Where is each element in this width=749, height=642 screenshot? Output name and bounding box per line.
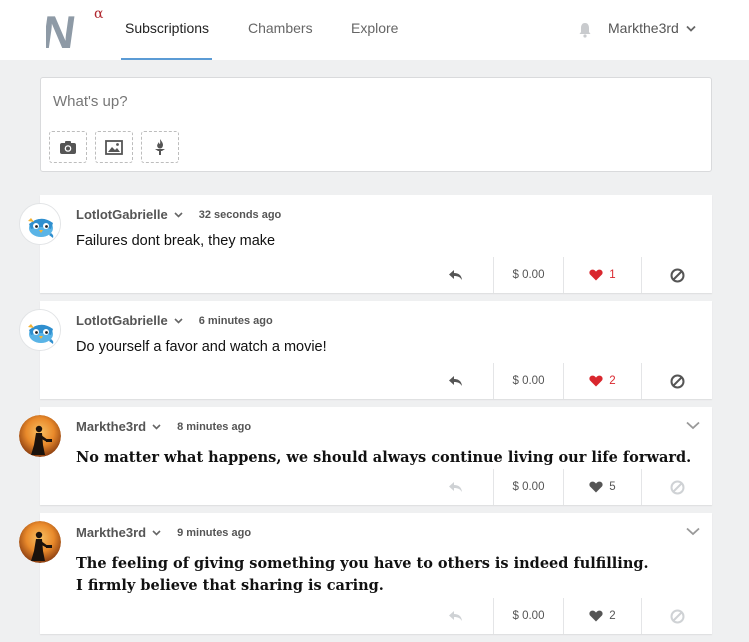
post-card: Markthe3rd 9 minutes ago The feeling of … bbox=[19, 513, 712, 634]
reply-icon bbox=[448, 375, 462, 386]
tip-amount: $ 0.00 bbox=[512, 375, 545, 387]
chevron-down-icon bbox=[174, 317, 183, 324]
logo-letter: N bbox=[46, 6, 79, 54]
block-icon bbox=[670, 268, 684, 282]
tip-amount: $ 0.00 bbox=[512, 269, 545, 281]
tip-button[interactable]: $ 0.00 bbox=[493, 469, 563, 505]
top-navbar: N α Subscriptions Chambers Explore Markt… bbox=[0, 0, 749, 60]
post-author[interactable]: LotlotGabrielle 6 minutes ago bbox=[76, 313, 273, 328]
image-button[interactable] bbox=[95, 131, 133, 163]
post-text: No matter what happens, we should always… bbox=[76, 447, 691, 469]
post-timestamp: 9 minutes ago bbox=[177, 526, 252, 539]
avatar[interactable] bbox=[19, 415, 61, 457]
reply-button[interactable] bbox=[418, 257, 493, 293]
app-logo[interactable]: N α bbox=[46, 4, 110, 54]
block-button[interactable] bbox=[641, 469, 712, 505]
like-count: 2 bbox=[609, 610, 616, 622]
block-button[interactable] bbox=[641, 363, 712, 399]
post-actions: $ 0.00 2 bbox=[418, 598, 712, 634]
reply-button[interactable] bbox=[418, 598, 493, 634]
active-tab-indicator bbox=[121, 58, 212, 60]
torch-button[interactable] bbox=[141, 131, 179, 163]
camera-icon bbox=[60, 140, 76, 154]
torch-icon bbox=[155, 139, 165, 155]
block-button[interactable] bbox=[641, 598, 712, 634]
heart-icon bbox=[589, 481, 603, 493]
heart-icon bbox=[589, 610, 603, 622]
like-button[interactable]: 1 bbox=[563, 257, 641, 293]
post-author[interactable]: Markthe3rd 9 minutes ago bbox=[76, 525, 251, 540]
chevron-down-icon bbox=[174, 211, 183, 218]
block-icon bbox=[670, 374, 684, 388]
camera-button[interactable] bbox=[49, 131, 87, 163]
like-count: 5 bbox=[609, 481, 616, 493]
like-count: 1 bbox=[609, 269, 616, 281]
block-icon bbox=[670, 480, 684, 494]
post-text-line: I firmly believe that sharing is caring. bbox=[76, 577, 384, 594]
post-author[interactable]: LotlotGabrielle 32 seconds ago bbox=[76, 207, 281, 222]
post-text: The feeling of giving something you have… bbox=[76, 553, 649, 597]
tab-subscriptions[interactable]: Subscriptions bbox=[125, 20, 209, 36]
post-timestamp: 8 minutes ago bbox=[177, 420, 252, 433]
image-icon bbox=[105, 139, 123, 155]
logo-superscript: α bbox=[94, 6, 104, 22]
chevron-down-icon bbox=[686, 25, 696, 32]
post-timestamp: 32 seconds ago bbox=[198, 208, 282, 221]
post-text-line: No matter what happens, we should always… bbox=[76, 449, 692, 466]
bell-icon[interactable] bbox=[578, 22, 592, 38]
post-author-name: Markthe3rd bbox=[76, 419, 147, 434]
avatar[interactable] bbox=[19, 203, 61, 245]
post-author-name: Markthe3rd bbox=[76, 525, 147, 540]
chevron-down-icon bbox=[152, 529, 161, 536]
post-author-name: LotlotGabrielle bbox=[76, 313, 168, 328]
reply-icon bbox=[448, 481, 462, 492]
post-menu-chevron-icon[interactable] bbox=[686, 527, 700, 536]
avatar[interactable] bbox=[19, 521, 61, 563]
post-author-name: LotlotGabrielle bbox=[76, 207, 168, 222]
post-menu-chevron-icon[interactable] bbox=[686, 421, 700, 430]
chevron-down-icon bbox=[152, 423, 161, 430]
silhouette-avatar-icon bbox=[19, 521, 61, 563]
username-label: Markthe3rd bbox=[608, 20, 679, 36]
post-card: Markthe3rd 8 minutes ago No matter what … bbox=[19, 407, 712, 505]
bird-avatar-icon bbox=[20, 310, 60, 350]
tip-amount: $ 0.00 bbox=[512, 610, 545, 622]
post-card: LotlotGabrielle 32 seconds ago Failures … bbox=[19, 195, 712, 293]
like-button[interactable]: 2 bbox=[563, 363, 641, 399]
reply-icon bbox=[448, 269, 462, 280]
silhouette-avatar-icon bbox=[19, 415, 61, 457]
tip-button[interactable]: $ 0.00 bbox=[493, 363, 563, 399]
heart-icon bbox=[589, 269, 603, 281]
block-icon bbox=[670, 609, 684, 623]
post-text-line: The feeling of giving something you have… bbox=[76, 555, 649, 572]
reply-icon bbox=[448, 610, 462, 621]
tip-button[interactable]: $ 0.00 bbox=[493, 257, 563, 293]
like-button[interactable]: 2 bbox=[563, 598, 641, 634]
tab-chambers[interactable]: Chambers bbox=[248, 20, 313, 36]
like-count: 2 bbox=[609, 375, 616, 387]
tip-amount: $ 0.00 bbox=[512, 481, 545, 493]
post-text: Failures dont break, they make bbox=[76, 233, 275, 249]
tip-button[interactable]: $ 0.00 bbox=[493, 598, 563, 634]
avatar[interactable] bbox=[19, 309, 61, 351]
reply-button[interactable] bbox=[418, 363, 493, 399]
user-menu[interactable]: Markthe3rd bbox=[608, 20, 696, 36]
post-actions: $ 0.00 1 bbox=[418, 257, 712, 293]
post-card: LotlotGabrielle 6 minutes ago Do yoursel… bbox=[19, 301, 712, 399]
reply-button[interactable] bbox=[418, 469, 493, 505]
post-text-line: Failures dont break, they make bbox=[76, 233, 276, 249]
post-text: Do yourself a favor and watch a movie! bbox=[76, 339, 327, 355]
tab-explore[interactable]: Explore bbox=[351, 20, 398, 36]
post-timestamp: 6 minutes ago bbox=[198, 314, 273, 327]
post-author[interactable]: Markthe3rd 8 minutes ago bbox=[76, 419, 251, 434]
post-composer bbox=[40, 77, 712, 172]
status-input[interactable] bbox=[53, 90, 653, 112]
like-button[interactable]: 5 bbox=[563, 469, 641, 505]
post-actions: $ 0.00 2 bbox=[418, 363, 712, 399]
block-button[interactable] bbox=[641, 257, 712, 293]
heart-icon bbox=[589, 375, 603, 387]
post-text-line: Do yourself a favor and watch a movie! bbox=[76, 339, 327, 355]
bird-avatar-icon bbox=[20, 204, 60, 244]
post-actions: $ 0.00 5 bbox=[418, 469, 712, 505]
